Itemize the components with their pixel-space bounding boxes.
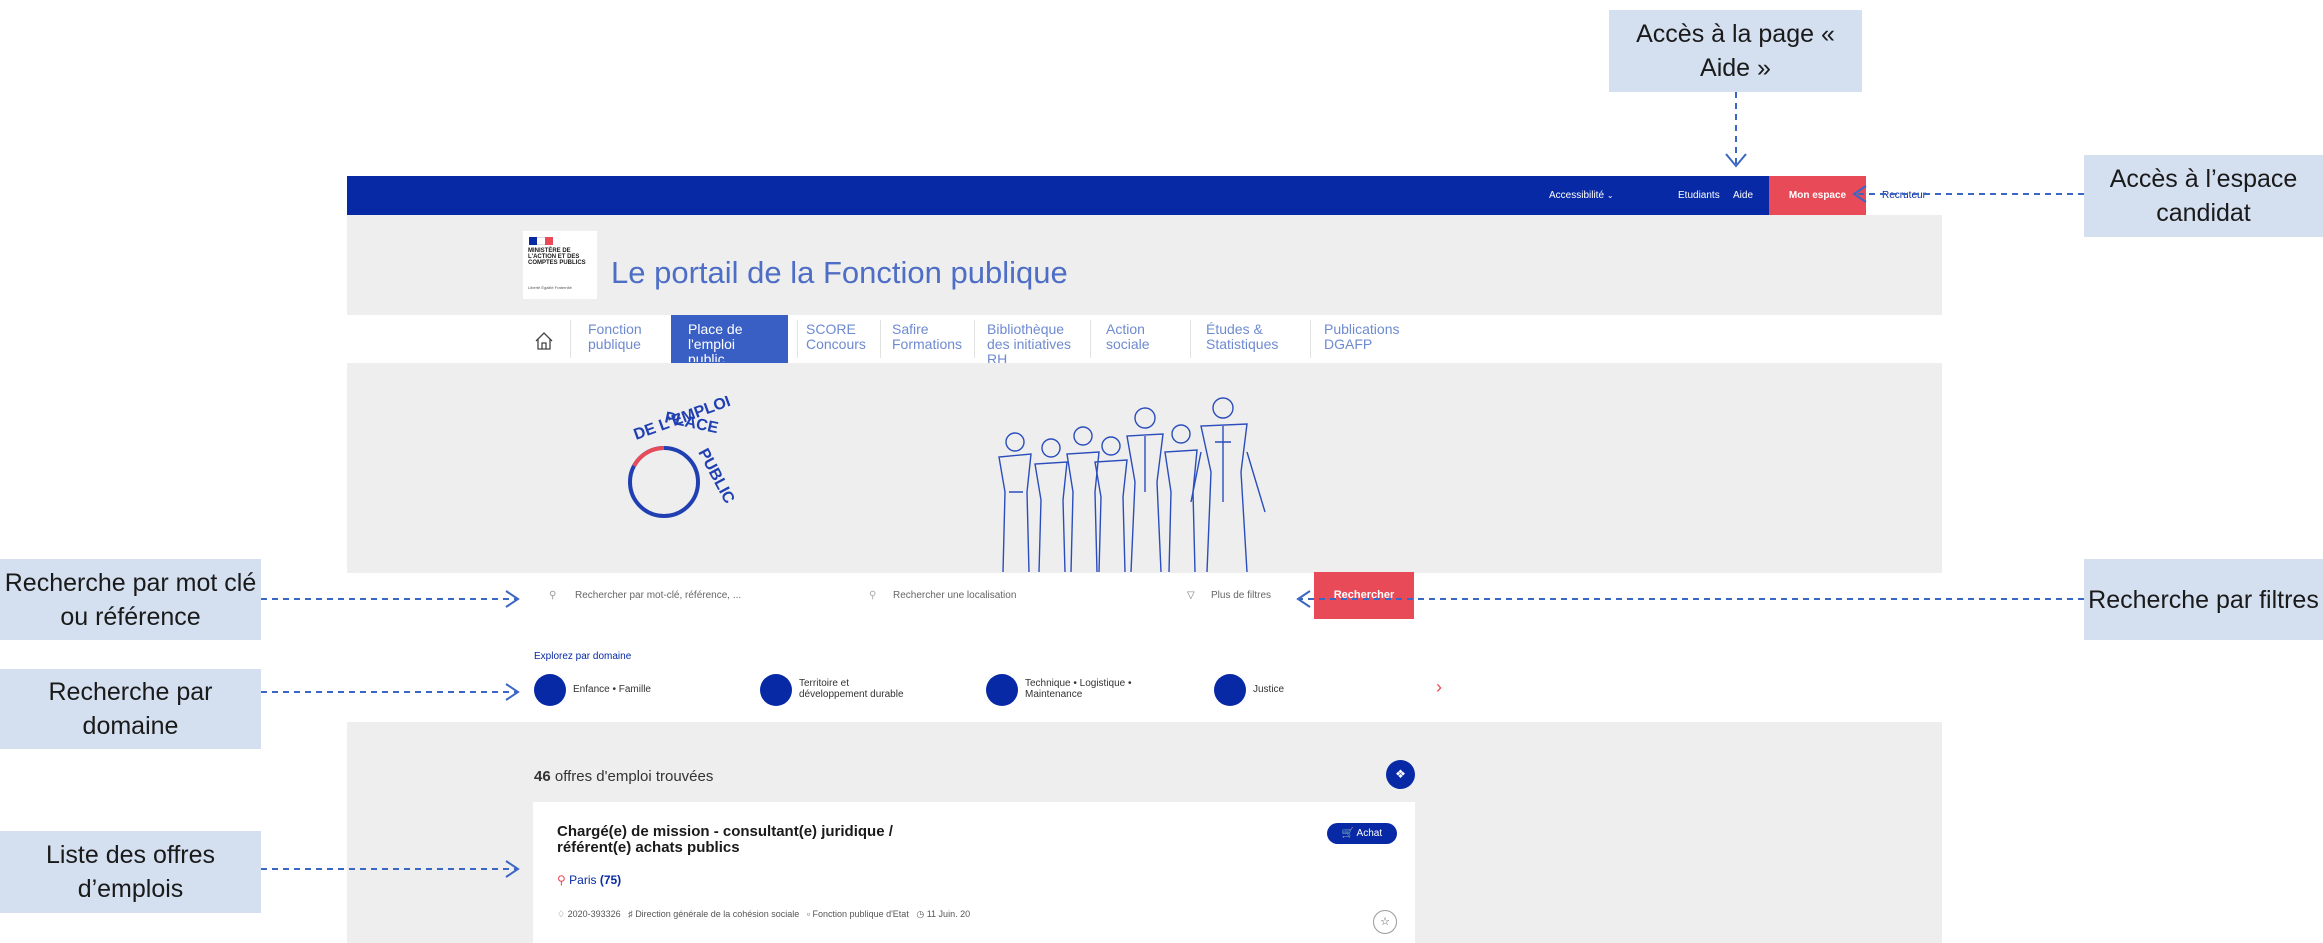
accessibility-label: Accessibilité [1549,190,1605,201]
offer-organisation: Direction générale de la cohésion social… [635,909,800,919]
offer-category-badge: 🛒 Achat [1327,823,1397,844]
location-pin-icon: ⚲ [869,590,877,601]
chevron-down-icon: ⌄ [1606,191,1614,200]
results-count-number: 46 [534,768,551,785]
callout-filtres: Recherche par filtres [2084,559,2323,640]
justice-scale-icon[interactable] [1214,674,1246,706]
document-icon: ▫ [806,909,811,919]
nav-item-fonction-publique[interactable]: Fonction publique [588,322,648,352]
students-link[interactable]: Etudiants [1678,176,1720,215]
callout-mot-cle: Recherche par mot clé ou référence [0,559,261,640]
domain-enfance-famille[interactable]: Enfance • Famille [573,684,651,695]
place-emploi-public-logo: PLACE DE L'EMPLOI PUBLIC [586,393,756,551]
callout-aide: Accès à la page « Aide » [1609,10,1862,92]
family-icon[interactable] [534,674,566,706]
domains-heading: Explorez par domaine [534,651,632,662]
offer-dept: (75) [599,873,622,887]
domain-justice[interactable]: Justice [1253,684,1284,695]
help-link[interactable]: Aide [1733,176,1753,215]
cart-icon: 🛒 [1341,828,1355,839]
filters-label: Plus de filtres [1211,590,1272,601]
nav-item-safire[interactable]: Safire Formations [892,322,962,352]
organisation-icon: ♯ [628,909,633,919]
top-bar: Accessibilité ⌄ Etudiants Aide [347,176,1942,215]
tag-icon: ♢ [557,909,566,919]
offer-date: 11 Juin. 20 [926,909,971,919]
chevron-right-icon[interactable]: › [1436,677,1442,698]
keyword-placeholder: Rechercher par mot-clé, référence, ... [575,590,742,601]
domain-territoire[interactable]: Territoire et développement durable [799,678,909,700]
badge-label: Achat [1356,828,1383,839]
logo-bottom-text: PUBLIC [694,446,737,507]
home-icon[interactable] [533,330,555,357]
offer-location: ⚲ Paris (75) [557,873,621,887]
clock-icon: ◷ [916,909,925,919]
favorite-star-icon[interactable]: ☆ [1373,910,1397,934]
offer-title[interactable]: Chargé(e) de mission - consultant(e) jur… [557,824,937,856]
my-space-button[interactable]: Mon espace [1769,176,1866,215]
callout-espace: Accès à l’espace candidat [2084,155,2323,237]
results-count: 46 offres d'emploi trouvées [534,768,713,785]
people-illustration [985,392,1295,578]
results-count-label: offres d'emploi trouvées [554,768,714,785]
nav-item-bibliotheque[interactable]: Bibliothèque des initiatives RH [987,322,1077,363]
domain-technique[interactable]: Technique • Logistique • Maintenance [1025,678,1145,700]
flag-icon [529,237,553,245]
recruiter-link[interactable]: Recruteur [1866,176,1942,215]
location-placeholder: Rechercher une localisation [893,590,1017,601]
more-filters-button[interactable]: ▽ Plus de filtres [1171,573,1314,619]
offer-fonction: Fonction publique d'Etat [812,909,909,919]
location-search-input[interactable]: ⚲ Rechercher une localisation [853,573,1170,619]
offer-city: Paris [569,873,597,887]
nav-item-publications[interactable]: Publications DGAFP [1324,322,1404,352]
technique-icon[interactable] [986,674,1018,706]
callout-liste: Liste des offres d’emplois [0,831,261,913]
site-title[interactable]: Le portail de la Fonction publique [611,255,1068,291]
filter-icon: ▽ [1187,590,1195,601]
ministry-motto: Liberté Égalité Fraternité [528,285,572,290]
rss-icon[interactable]: ❖ [1386,760,1415,789]
location-pin-icon: ⚲ [557,873,566,887]
territory-icon[interactable] [760,674,792,706]
offer-reference: 2020-393326 [567,909,621,919]
keyword-search-input[interactable]: ⚲ Rechercher par mot-clé, référence, ... [533,573,852,619]
offer-meta: ♢ 2020-393326 ♯ Direction générale de la… [557,909,970,920]
callout-domaine: Recherche par domaine [0,669,261,749]
accessibility-menu[interactable]: Accessibilité ⌄ [1549,176,1614,215]
search-button[interactable]: Rechercher [1314,572,1414,619]
nav-item-action-sociale[interactable]: Action sociale [1106,322,1156,352]
ministry-name: MINISTÈRE DE L'ACTION ET DES COMPTES PUB… [528,248,586,266]
nav-item-etudes[interactable]: Études & Statistiques [1206,322,1286,352]
domains-section [347,619,1942,722]
nav-item-score[interactable]: SCORE Concours [806,322,866,352]
nav-item-place-emploi[interactable]: Place de l'emploi public [688,322,758,362]
person-search-icon: ⚲ [549,590,557,601]
